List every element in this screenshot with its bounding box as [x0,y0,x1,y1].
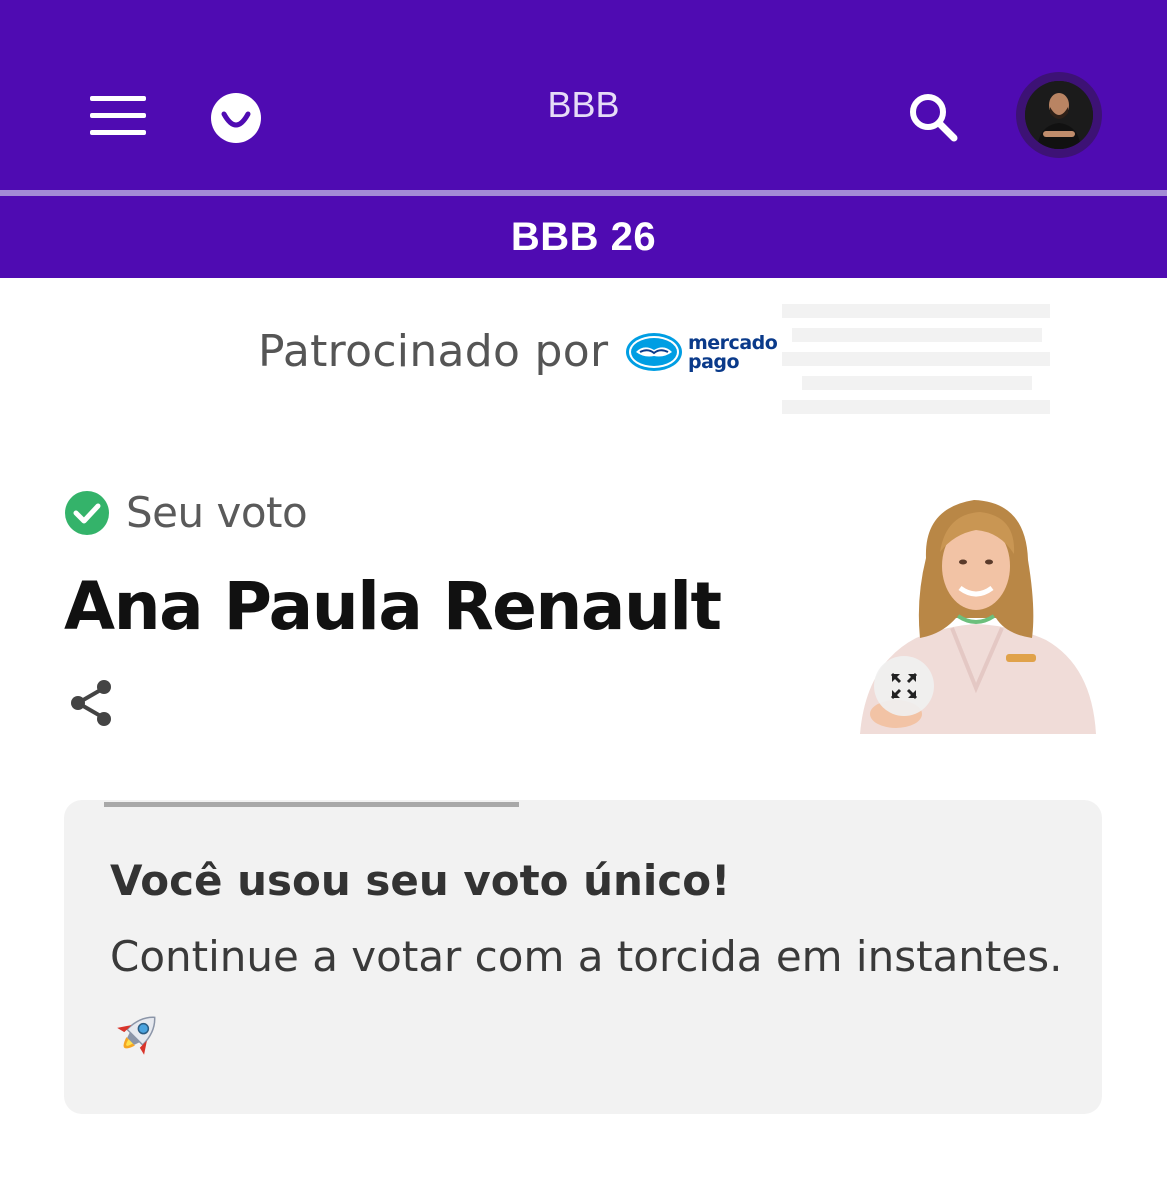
header-title[interactable]: BBB [547,84,619,125]
share-icon[interactable] [66,676,120,730]
sub-header-bar: BBB 26 [0,196,1167,278]
sub-header-title[interactable]: BBB 26 [511,215,656,260]
search-icon[interactable] [904,88,962,146]
hamburger-menu-icon[interactable] [90,92,148,140]
card-message: Continue a votar com a torcida em instan… [110,932,1063,981]
sponsor-label: Patrocinado por [258,326,609,377]
progress-bar [104,802,519,807]
svg-text:pago: pago [688,351,740,373]
card-title: Você usou seu voto único! [110,856,731,905]
smile-logo-icon[interactable] [210,92,262,144]
avatar [1025,81,1093,149]
sponsor-faded-banner [782,296,1050,430]
vote-status-label: Seu voto [126,488,308,537]
rocket-icon [108,1006,166,1064]
expand-icon[interactable] [874,656,934,716]
page: BBB BBB 26 Patrocinado por mercado pago … [0,0,1167,1200]
check-circle-icon [64,490,110,536]
candidate-name: Ana Paula Renault [64,568,722,645]
mercado-pago-logo[interactable]: mercado pago [624,328,780,378]
user-avatar-icon[interactable] [1016,72,1102,158]
progress-bar-fill [104,802,519,807]
